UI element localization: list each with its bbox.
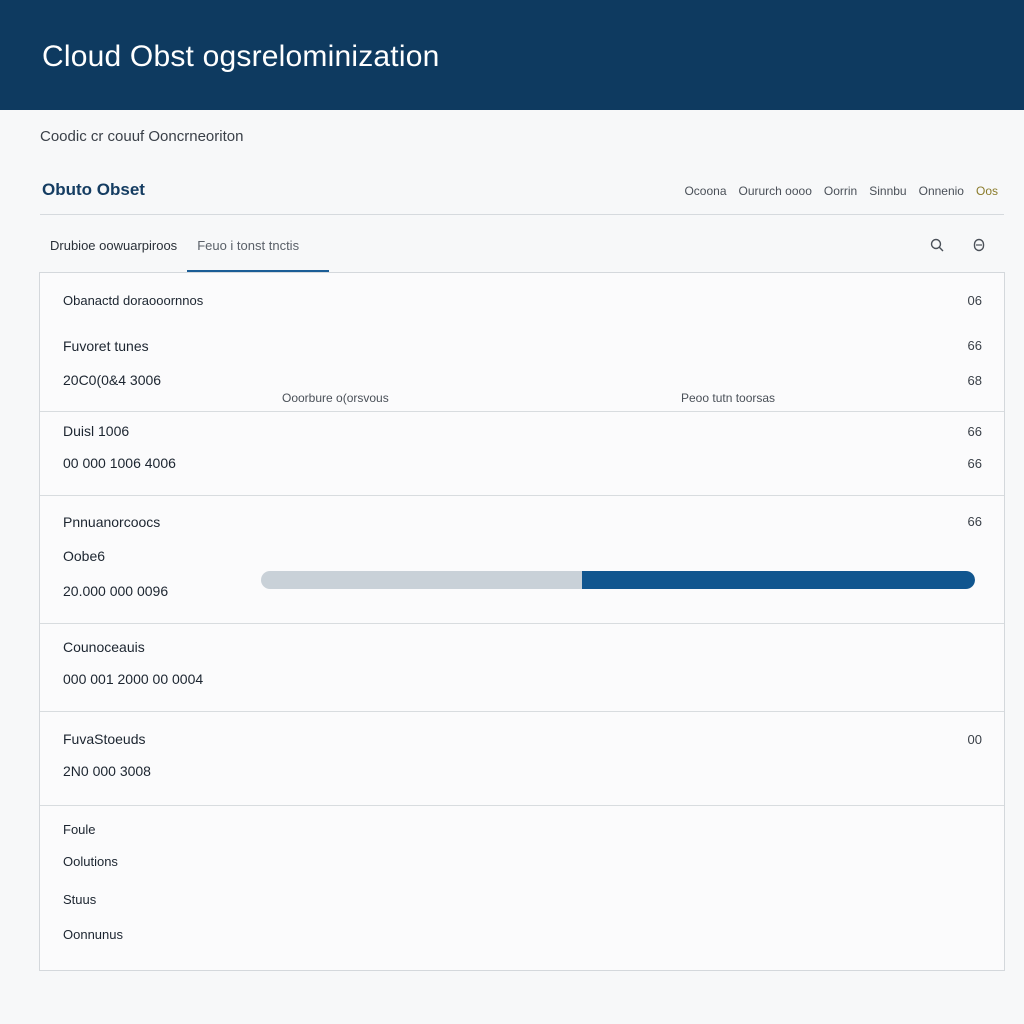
- app-title: Cloud Obst ogsrelominization: [42, 40, 440, 73]
- section-counters: Counoceauis 000 001 2000 00 0004: [40, 624, 1004, 712]
- breadcrumb[interactable]: Coodic cr couuf Ooncrneoriton: [40, 128, 243, 145]
- row-number: 20.000 000 0096: [63, 583, 169, 599]
- gear-icon[interactable]: [970, 236, 988, 254]
- column-label-left: Ooorbure o(orsvous: [282, 391, 389, 405]
- brand-logo-text[interactable]: Obuto Obset: [42, 180, 145, 200]
- row-number: 2N0 000 3008: [63, 763, 151, 779]
- section-title-value: 06: [967, 293, 982, 308]
- row-label-value: 66: [967, 514, 982, 529]
- row-number: 000 001 2000 00 0004: [63, 671, 204, 687]
- row-number: 20C0(0&4 3006: [63, 372, 162, 388]
- row-label-value: 66: [967, 424, 982, 439]
- search-icon[interactable]: [928, 236, 946, 254]
- progress-bar-fill: [582, 571, 975, 589]
- nav-item-accent[interactable]: Oos: [976, 184, 998, 198]
- column-label-right: Peoo tutn toorsas: [681, 391, 776, 405]
- tab-overview[interactable]: Drubioe oowuarpiroos: [40, 228, 187, 272]
- list-item[interactable]: Oonnunus: [63, 927, 123, 942]
- list-item[interactable]: Oolutions: [63, 854, 118, 869]
- row-label: Pnnuanorcoocs: [63, 514, 161, 530]
- tab-bar: Drubioe oowuarpiroos Feuo i tonst tnctis: [40, 228, 329, 272]
- row-label: Fuvoret tunes: [63, 338, 149, 354]
- list-item[interactable]: Stuus: [63, 892, 96, 907]
- content-panel: Obanactd doraooornnos 06 Fuvoret tunes 6…: [39, 272, 1005, 971]
- row-label: Counoceauis: [63, 639, 145, 655]
- section-summary: Obanactd doraooornnos 06 Fuvoret tunes 6…: [40, 273, 1004, 412]
- row-label: FuvaStoeuds: [63, 731, 146, 747]
- progress-bar: [261, 571, 975, 589]
- nav-item-4[interactable]: Sinnbu: [869, 184, 906, 198]
- top-navigation: Ocoona Oururch oooo Oorrin Sinnbu Onneni…: [684, 184, 998, 198]
- nav-item-5[interactable]: Onnenio: [919, 184, 964, 198]
- tab-active[interactable]: Feuo i tonst tnctis: [187, 228, 329, 272]
- section-progress: Pnnuanorcoocs 66 Oobe6 20.000 000 0096: [40, 496, 1004, 624]
- row-label: Duisl 1006: [63, 423, 130, 439]
- section-title: Obanactd doraooornnos: [63, 293, 204, 308]
- row-sublabel: Oobe6: [63, 548, 106, 564]
- row-number-value: 66: [967, 456, 982, 471]
- nav-item-3[interactable]: Oorrin: [824, 184, 857, 198]
- header-divider: [40, 214, 1004, 215]
- section-duration: Duisl 1006 66 00 000 1006 4006 66: [40, 412, 1004, 496]
- row-number-value: 68: [967, 373, 982, 388]
- list-item[interactable]: Foule: [63, 822, 96, 837]
- nav-item-1[interactable]: Ocoona: [684, 184, 726, 198]
- top-header-bar: Cloud Obst ogsrelominization: [0, 0, 1024, 110]
- section-list: Foule Oolutions Stuus Oonnunus: [40, 806, 1004, 970]
- row-label-value: 00: [967, 732, 982, 747]
- row-label-value: 66: [967, 338, 982, 353]
- row-number: 00 000 1006 4006: [63, 455, 176, 471]
- section-favourites: FuvaStoeuds 00 2N0 000 3008: [40, 712, 1004, 806]
- nav-item-2[interactable]: Oururch oooo: [739, 184, 812, 198]
